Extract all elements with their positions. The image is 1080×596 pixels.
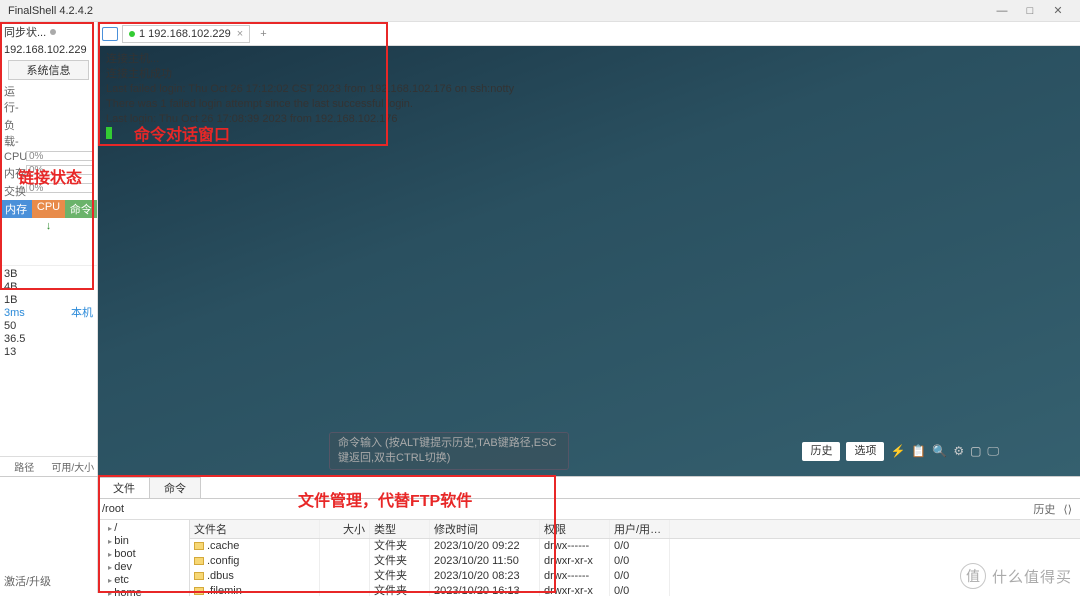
command-input[interactable]: 命令输入 (按ALT键提示历史,TAB键路径,ESC键返回,双击CTRL切换) — [329, 432, 569, 470]
file-row[interactable]: .filemin文件夹2023/10/20 16:13drwxr-xr-x0/0 — [190, 584, 1080, 596]
file-row[interactable]: .cache文件夹2023/10/20 09:22drwx------0/0 — [190, 539, 1080, 554]
folder-icon[interactable] — [102, 27, 118, 41]
term-line: 连接主机... — [106, 52, 1072, 67]
current-path[interactable]: /root — [102, 503, 1029, 515]
bottom-panel: 激活/升级 文件管理，代替FTP软件 文件 命令 /root 历史 ⟨⟩ / b… — [0, 476, 1080, 593]
clipboard-icon[interactable]: 📋 — [911, 444, 926, 459]
terminal-area: 1 192.168.102.229 × + 命令对话窗口 连接主机... 连接主… — [98, 22, 1080, 476]
arrow-down-icon: ↓ — [0, 218, 97, 234]
title-bar: FinalShell 4.2.4.2 — □ ✕ — [0, 0, 1080, 22]
stat-cpu-label: CPU — [4, 151, 26, 163]
tab-commands[interactable]: 命令 — [149, 477, 201, 498]
sidebar-tabs: 内存 CPU 命令 — [0, 200, 97, 218]
size-label[interactable]: 可用/大小 — [49, 457, 98, 476]
watermark: 值 什么值得买 — [960, 563, 1072, 589]
terminal-tabbar: 1 192.168.102.229 × + — [98, 22, 1080, 46]
annotation-label-1: 链接状态 — [18, 164, 82, 188]
tab-cpu[interactable]: CPU — [32, 200, 64, 218]
terminal[interactable]: 命令对话窗口 连接主机... 连接主机成功 Last failed login:… — [98, 46, 1080, 476]
history-button[interactable]: 历史 — [802, 442, 840, 461]
path-label[interactable]: 路径 — [0, 457, 49, 476]
app-title: FinalShell 4.2.4.2 — [8, 5, 988, 17]
term-line: Last login: Thu Oct 26 17:08:39 2023 fro… — [106, 112, 1072, 127]
folder-tree[interactable]: / bin boot dev etc home lib lib64 — [98, 520, 190, 596]
file-manager: 文件管理，代替FTP软件 文件 命令 /root 历史 ⟨⟩ / bin boo… — [98, 477, 1080, 593]
file-header: 文件名 大小 类型 修改时间 权限 用户/用户组 — [190, 520, 1080, 539]
close-button[interactable]: ✕ — [1044, 4, 1072, 17]
sidebar-bottom: 路径 可用/大小 — [0, 456, 97, 476]
system-info-button[interactable]: 系统信息 — [8, 60, 89, 80]
monitor-icon[interactable]: 🖵 — [987, 444, 999, 459]
gear-icon[interactable]: ⚙ — [953, 444, 964, 459]
col-name[interactable]: 文件名 — [190, 520, 320, 538]
add-tab-button[interactable]: + — [254, 28, 272, 40]
sidebar: 链接状态 同步状... 192.168.102.229 系统信息 运行- 负载-… — [0, 22, 98, 476]
file-row[interactable]: .dbus文件夹2023/10/20 08:23drwx------0/0 — [190, 569, 1080, 584]
term-line: 连接主机成功 — [106, 67, 1072, 82]
stat-load-label: 负载- — [4, 117, 26, 149]
folder-icon — [194, 542, 204, 550]
tree-node[interactable]: bin — [100, 535, 187, 548]
expand-icon[interactable]: ▢ — [970, 444, 981, 459]
folder-icon — [194, 572, 204, 580]
term-line: Last failed login: Thu Oct 26 17:12:02 C… — [106, 82, 1072, 97]
tree-node[interactable]: / — [100, 522, 187, 535]
tab-label: 1 192.168.102.229 — [139, 28, 231, 40]
tab-command[interactable]: 命令 — [65, 200, 97, 218]
nav-buttons[interactable]: ⟨⟩ — [1059, 503, 1076, 516]
file-row[interactable]: .config文件夹2023/10/20 11:50drwxr-xr-x0/0 — [190, 554, 1080, 569]
tree-node[interactable]: dev — [100, 561, 187, 574]
network-stats: 3B 4B 1B 3ms本机 50 36.5 13 — [0, 266, 97, 361]
maximize-button[interactable]: □ — [1016, 5, 1044, 17]
col-perm[interactable]: 权限 — [540, 520, 610, 538]
ip-address[interactable]: 192.168.102.229 — [0, 42, 97, 58]
activate-link[interactable]: 激活/升级 — [4, 573, 51, 589]
history-button[interactable]: 历史 — [1029, 501, 1059, 517]
tree-node[interactable]: home — [100, 587, 187, 596]
term-line: There was 1 failed login attempt since t… — [106, 97, 1072, 112]
cpu-bar: 0% — [26, 151, 93, 161]
tab-close-icon[interactable]: × — [237, 28, 243, 40]
tree-node[interactable]: etc — [100, 574, 187, 587]
folder-icon — [194, 587, 204, 595]
col-owner[interactable]: 用户/用户组 — [610, 520, 670, 538]
options-button[interactable]: 选项 — [846, 442, 884, 461]
folder-icon — [194, 557, 204, 565]
fm-tabs: 文件 命令 — [98, 477, 1080, 499]
col-type[interactable]: 类型 — [370, 520, 430, 538]
activate-panel: 激活/升级 — [0, 477, 98, 593]
chart-area: ↓ — [0, 218, 97, 266]
watermark-text: 什么值得买 — [992, 566, 1072, 587]
path-bar: /root 历史 ⟨⟩ — [98, 499, 1080, 520]
connected-dot-icon — [129, 31, 135, 37]
minimize-button[interactable]: — — [988, 5, 1016, 17]
search-icon[interactable]: 🔍 — [932, 444, 947, 459]
command-bar: 命令输入 (按ALT键提示历史,TAB键路径,ESC键返回,双击CTRL切换) … — [179, 432, 999, 470]
annotation-label-3: 文件管理，代替FTP软件 — [298, 487, 472, 511]
col-size[interactable]: 大小 — [320, 520, 370, 538]
tab-files[interactable]: 文件 — [98, 477, 150, 498]
file-list: 文件名 大小 类型 修改时间 权限 用户/用户组 .cache文件夹2023/1… — [190, 520, 1080, 596]
annotation-label-2: 命令对话窗口 — [134, 128, 230, 143]
terminal-tab[interactable]: 1 192.168.102.229 × — [122, 25, 250, 43]
tree-node[interactable]: boot — [100, 548, 187, 561]
watermark-icon: 值 — [960, 563, 986, 589]
stat-run-label: 运行- — [4, 83, 26, 115]
status-dot-icon — [50, 29, 56, 35]
sync-status: 同步状... — [0, 22, 97, 42]
tab-memory[interactable]: 内存 — [0, 200, 32, 218]
cursor-icon — [106, 127, 112, 139]
bolt-icon[interactable]: ⚡ — [890, 444, 905, 459]
col-date[interactable]: 修改时间 — [430, 520, 540, 538]
